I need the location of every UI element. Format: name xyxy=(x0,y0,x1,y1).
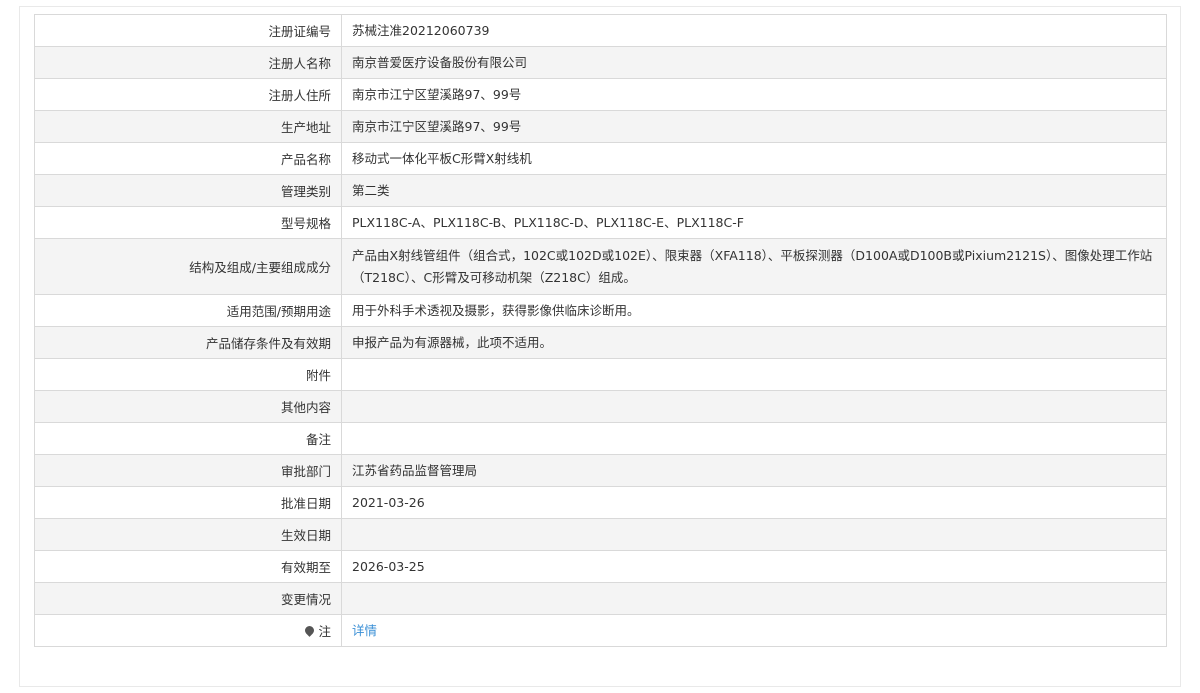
detail-panel: 注册证编号 苏械注准20212060739 注册人名称 南京普爱医疗设备股份有限… xyxy=(19,6,1181,687)
row-value: 第二类 xyxy=(341,174,1167,207)
row-label: 生产地址 xyxy=(34,110,342,143)
row-label: 型号规格 xyxy=(34,206,342,239)
table-row: 备注 xyxy=(34,422,1167,455)
row-value: 产品由X射线管组件（组合式，102C或102D或102E）、限束器（XFA118… xyxy=(341,238,1167,295)
table-row: 注册人名称 南京普爱医疗设备股份有限公司 xyxy=(34,46,1167,79)
row-label: 批准日期 xyxy=(34,486,342,519)
row-label: 产品储存条件及有效期 xyxy=(34,326,342,359)
row-value: 移动式一体化平板C形臂X射线机 xyxy=(341,142,1167,175)
row-label: 备注 xyxy=(34,422,342,455)
row-value xyxy=(341,422,1167,455)
row-value: 南京市江宁区望溪路97、99号 xyxy=(341,110,1167,143)
table-row: 注册证编号 苏械注准20212060739 xyxy=(34,14,1167,47)
row-value: PLX118C-A、PLX118C-B、PLX118C-D、PLX118C-E、… xyxy=(341,206,1167,239)
row-label: 其他内容 xyxy=(34,390,342,423)
table-row: 附件 xyxy=(34,358,1167,391)
row-value: 江苏省药品监督管理局 xyxy=(341,454,1167,487)
row-label: 产品名称 xyxy=(34,142,342,175)
note-label-cell: 注 xyxy=(34,614,342,647)
row-label: 注册证编号 xyxy=(34,14,342,47)
row-label: 审批部门 xyxy=(34,454,342,487)
row-label: 适用范围/预期用途 xyxy=(34,294,342,327)
details-link[interactable]: 详情 xyxy=(352,623,377,638)
table-row: 批准日期 2021-03-26 xyxy=(34,486,1167,519)
row-label: 有效期至 xyxy=(34,550,342,583)
row-value xyxy=(341,518,1167,551)
row-value xyxy=(341,582,1167,615)
row-label: 生效日期 xyxy=(34,518,342,551)
table-row: 产品储存条件及有效期 申报产品为有源器械，此项不适用。 xyxy=(34,326,1167,359)
row-label: 变更情况 xyxy=(34,582,342,615)
table-row: 有效期至 2026-03-25 xyxy=(34,550,1167,583)
row-value: 2026-03-25 xyxy=(341,550,1167,583)
row-value: 南京普爱医疗设备股份有限公司 xyxy=(341,46,1167,79)
row-label: 注册人住所 xyxy=(34,78,342,111)
table-row: 生效日期 xyxy=(34,518,1167,551)
note-value-cell: 详情 xyxy=(341,614,1167,647)
row-value: 南京市江宁区望溪路97、99号 xyxy=(341,78,1167,111)
row-label: 管理类别 xyxy=(34,174,342,207)
row-value xyxy=(341,390,1167,423)
row-label: 附件 xyxy=(34,358,342,391)
row-label: 结构及组成/主要组成成分 xyxy=(34,238,342,295)
table-row: 结构及组成/主要组成成分 产品由X射线管组件（组合式，102C或102D或102… xyxy=(34,238,1167,295)
registration-detail-table: 注册证编号 苏械注准20212060739 注册人名称 南京普爱医疗设备股份有限… xyxy=(34,14,1167,647)
note-label: 注 xyxy=(318,624,331,639)
table-row: 型号规格 PLX118C-A、PLX118C-B、PLX118C-D、PLX11… xyxy=(34,206,1167,239)
table-row: 产品名称 移动式一体化平板C形臂X射线机 xyxy=(34,142,1167,175)
table-row: 生产地址 南京市江宁区望溪路97、99号 xyxy=(34,110,1167,143)
table-row: 管理类别 第二类 xyxy=(34,174,1167,207)
row-value xyxy=(341,358,1167,391)
row-label: 注册人名称 xyxy=(34,46,342,79)
map-pin-icon xyxy=(303,624,317,637)
row-value: 苏械注准20212060739 xyxy=(341,14,1167,47)
table-row-note: 注 详情 xyxy=(34,614,1167,647)
table-row: 其他内容 xyxy=(34,390,1167,423)
table-row: 适用范围/预期用途 用于外科手术透视及摄影，获得影像供临床诊断用。 xyxy=(34,294,1167,327)
table-row: 审批部门 江苏省药品监督管理局 xyxy=(34,454,1167,487)
row-value: 2021-03-26 xyxy=(341,486,1167,519)
row-value: 申报产品为有源器械，此项不适用。 xyxy=(341,326,1167,359)
table-row: 注册人住所 南京市江宁区望溪路97、99号 xyxy=(34,78,1167,111)
row-value: 用于外科手术透视及摄影，获得影像供临床诊断用。 xyxy=(341,294,1167,327)
table-row: 变更情况 xyxy=(34,582,1167,615)
